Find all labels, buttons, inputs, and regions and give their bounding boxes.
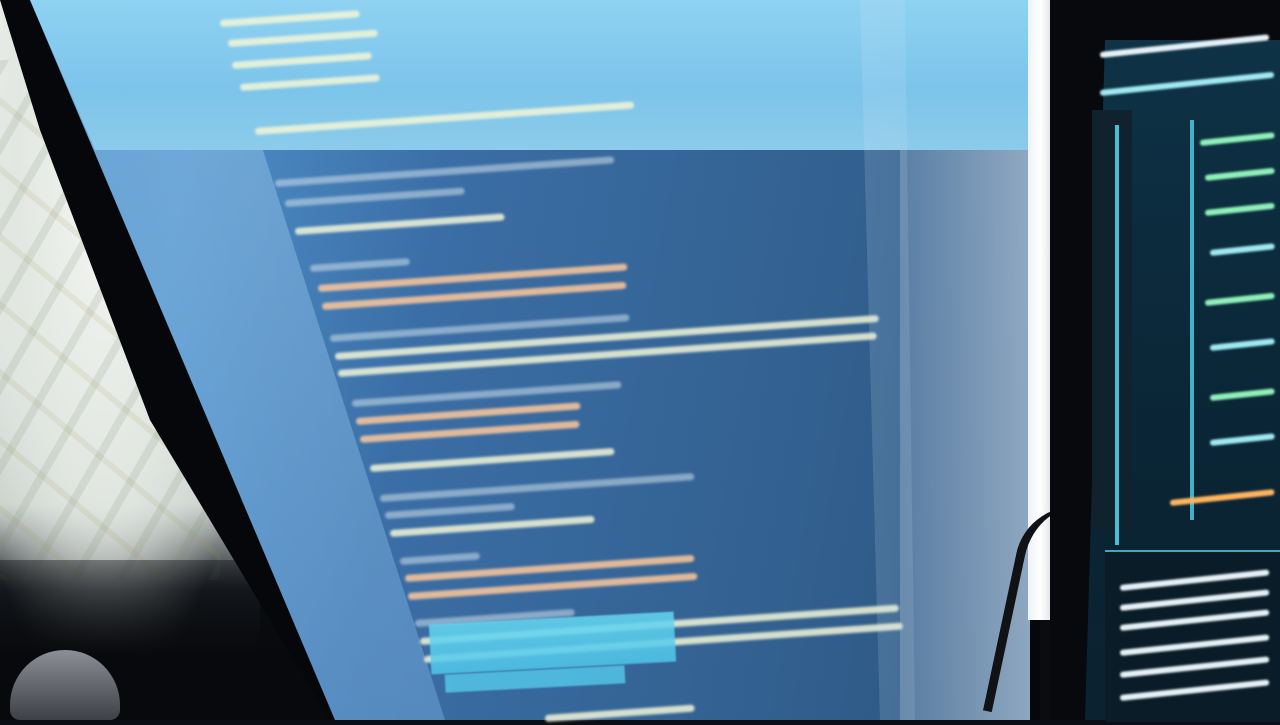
code-line: [1204, 292, 1275, 306]
code-line: [1099, 34, 1270, 58]
code-line: [1209, 388, 1275, 401]
code-line: [1119, 656, 1270, 678]
code-line: [1119, 609, 1270, 631]
code-line: [1099, 71, 1275, 96]
code-line: [1204, 167, 1275, 181]
secondary-editor-code: [0, 0, 1280, 720]
code-line: [1209, 433, 1275, 446]
code-line: [1119, 679, 1270, 701]
code-line: [1199, 132, 1275, 146]
code-line: [1119, 569, 1270, 591]
code-line: [1209, 243, 1275, 256]
code-line: [1204, 202, 1275, 216]
code-line: [1119, 634, 1270, 656]
code-line: [1209, 338, 1275, 351]
code-line: [1119, 589, 1270, 611]
code-line: [1169, 489, 1275, 506]
